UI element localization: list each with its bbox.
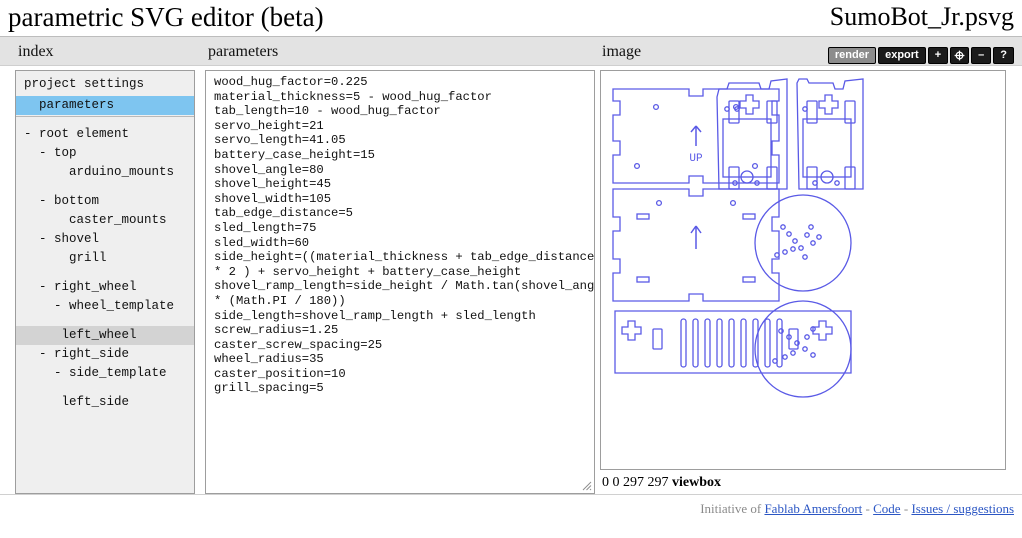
tree-item[interactable]: arduino_mounts	[16, 163, 194, 182]
fablab-link[interactable]: Fablab Amersfoort	[764, 501, 862, 516]
viewbox-label: viewbox	[672, 475, 721, 490]
tree-item[interactable]: left_side	[16, 393, 194, 412]
parameter-line: side_length=shovel_ramp_length + sled_le…	[214, 308, 536, 323]
index-divider	[16, 116, 194, 117]
parameters-text: wood_hug_factor=0.225 material_thickness=…	[214, 75, 595, 396]
tree-item[interactable]: - wheel_template	[16, 297, 194, 316]
zoom-in-button[interactable]: +	[927, 47, 949, 64]
project-settings-header: project settings	[16, 71, 194, 96]
parameters-column-label: parameters	[208, 43, 279, 60]
parameter-line: battery_case_height=15	[214, 147, 375, 162]
index-column-label: index	[18, 43, 54, 60]
tree-item[interactable]: - bottom	[16, 192, 194, 211]
parameter-line: sled_width=60	[214, 235, 310, 250]
page-header: parametric SVG editor (beta) SumoBot_Jr.…	[0, 0, 1022, 36]
parameter-line: * 2 ) + servo_height + battery_case_heig…	[214, 264, 522, 279]
issues-link[interactable]: Issues / suggestions	[911, 501, 1014, 516]
image-column-label: image	[602, 43, 642, 60]
parameter-line: wheel_radius=35	[214, 352, 324, 367]
tree-item[interactable]: - top	[16, 144, 194, 163]
parameter-line: caster_position=10	[214, 366, 346, 381]
parameter-line: caster_screw_spacing=25	[214, 337, 383, 352]
svg-text:UP: UP	[689, 153, 703, 165]
tree-item[interactable]: - root element	[16, 125, 194, 144]
parameter-line: shovel_angle=80	[214, 162, 324, 177]
parameter-line: screw_radius=1.25	[214, 323, 339, 338]
parameters-textarea[interactable]: wood_hug_factor=0.225 material_thickness=…	[205, 70, 595, 494]
parameter-line: sled_length=75	[214, 220, 317, 235]
viewbox-status: 0 0 297 297 viewbox	[602, 474, 721, 492]
element-tree: - root element - top arduino_mounts - bo…	[16, 125, 194, 412]
footer-prefix: Initiative of	[700, 501, 762, 516]
parameter-line: grill_spacing=5	[214, 381, 324, 396]
footer: Initiative of Fablab Amersfoort - Code -…	[700, 500, 1014, 518]
tree-item[interactable]: - side_template	[16, 364, 194, 383]
code-link[interactable]: Code	[873, 501, 900, 516]
fit-to-view-button[interactable]	[950, 47, 970, 64]
page-title: parametric SVG editor (beta)	[8, 2, 324, 32]
crosshair-icon	[954, 50, 965, 61]
sidebar-item-parameters[interactable]: parameters	[16, 96, 194, 115]
tree-item[interactable]: grill	[16, 249, 194, 268]
viewbox-values: 0 0 297 297	[602, 475, 669, 490]
image-toolbar: render export + – ?	[827, 47, 1014, 64]
image-preview-panel[interactable]: UP	[600, 70, 1006, 470]
tree-item[interactable]: - right_side	[16, 345, 194, 364]
svg-drawing: UP	[612, 78, 864, 398]
document-title: SumoBot_Jr.psvg	[829, 2, 1014, 31]
parameter-line: * (Math.PI / 180))	[214, 293, 346, 308]
tree-item[interactable]: - shovel	[16, 230, 194, 249]
render-button[interactable]: render	[827, 47, 877, 64]
parameter-line: side_height=((material_thickness + tab_e…	[214, 250, 595, 265]
parameter-line: servo_height=21	[214, 118, 324, 133]
export-button[interactable]: export	[878, 47, 926, 64]
parameter-line: shovel_width=105	[214, 191, 332, 206]
parameter-line: shovel_ramp_length=side_height / Math.ta…	[214, 279, 595, 294]
tree-item[interactable]: caster_mounts	[16, 211, 194, 230]
tree-item[interactable]: - right_wheel	[16, 278, 194, 297]
zoom-out-button[interactable]: –	[971, 47, 992, 64]
footer-separator-2: -	[903, 501, 909, 516]
parameter-line: material_thickness=5 - wood_hug_factor	[214, 89, 492, 104]
tree-item[interactable]: left_wheel	[16, 326, 194, 345]
footer-separator-1: -	[865, 501, 870, 516]
index-panel[interactable]: project settings parameters - root eleme…	[15, 70, 195, 494]
textarea-resize-handle[interactable]	[579, 478, 593, 492]
parameter-line: servo_length=41.05	[214, 133, 346, 148]
app-root: parametric SVG editor (beta) SumoBot_Jr.…	[0, 0, 1022, 538]
parameter-line: tab_length=10 - wood_hug_factor	[214, 104, 441, 119]
footer-divider	[0, 494, 1022, 495]
parameter-line: shovel_height=45	[214, 177, 332, 192]
parameter-line: wood_hug_factor=0.225	[214, 75, 368, 89]
parameter-line: tab_edge_distance=5	[214, 206, 353, 221]
help-button[interactable]: ?	[993, 47, 1014, 64]
